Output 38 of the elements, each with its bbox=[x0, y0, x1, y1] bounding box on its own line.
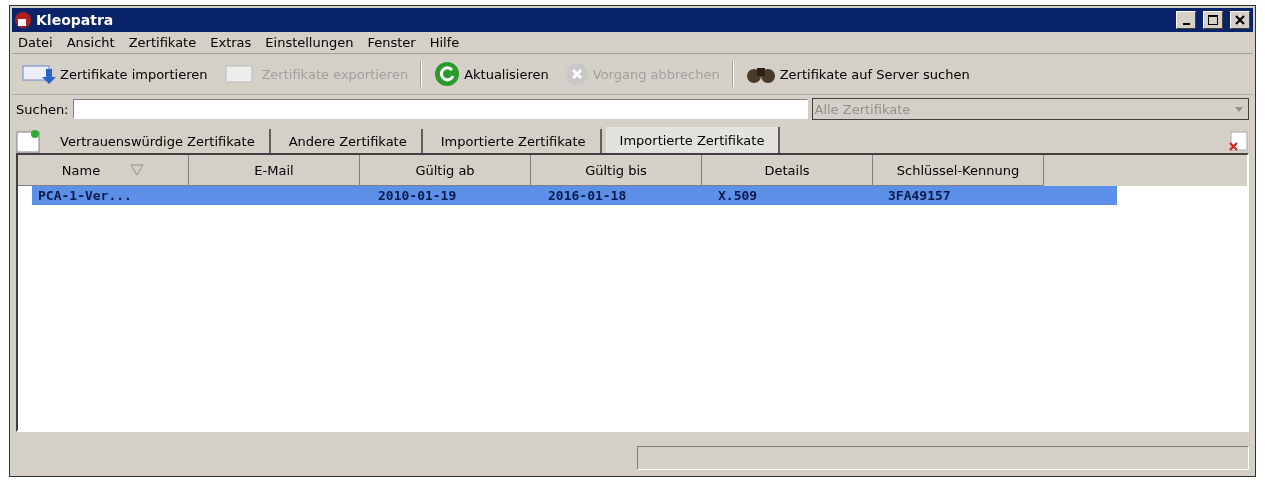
search-label: Suchen: bbox=[16, 101, 69, 117]
maximize-button[interactable] bbox=[1203, 11, 1223, 29]
maximize-icon bbox=[1208, 15, 1218, 25]
close-button[interactable] bbox=[1230, 11, 1250, 29]
search-field[interactable] bbox=[72, 99, 808, 119]
minimize-button[interactable] bbox=[1176, 11, 1196, 29]
column-label: Gültig bis bbox=[585, 162, 647, 178]
toolbar-button[interactable]: Aktualisieren bbox=[430, 59, 553, 89]
table-row[interactable]: PCA-1-Ver... 2010-01-19 2016-01-18 X.509 3FA49157 bbox=[32, 186, 1117, 205]
close-icon bbox=[1235, 15, 1245, 25]
certificate-import-icon bbox=[22, 63, 56, 85]
menu-item[interactable]: Hilfe bbox=[429, 35, 460, 50]
column-label: Name bbox=[61, 162, 101, 178]
table-cell: PCA-1-Ver... bbox=[38, 188, 132, 203]
column-label: Schlüssel-Kennung bbox=[896, 162, 1020, 178]
column-label: Gültig ab bbox=[415, 162, 475, 178]
window-title: Kleopatra bbox=[36, 12, 115, 28]
menu-item[interactable]: Extras bbox=[210, 35, 252, 50]
menu-item[interactable]: Ansicht bbox=[66, 35, 115, 50]
menu-item[interactable]: Datei bbox=[18, 35, 53, 50]
table-cell: 3FA49157 bbox=[888, 188, 951, 203]
menu-item[interactable]: Zertifikate bbox=[128, 35, 197, 50]
app-icon bbox=[15, 12, 31, 28]
new-tab-icon[interactable] bbox=[16, 129, 42, 153]
table-cell: 2010-01-19 bbox=[378, 188, 457, 203]
close-tab-icon[interactable] bbox=[1227, 131, 1249, 153]
toolbar-button[interactable]: Zertifikate auf Server suchen bbox=[741, 62, 974, 86]
column-label: Details bbox=[764, 162, 810, 178]
column-label: E-Mail bbox=[254, 162, 294, 178]
refresh-icon bbox=[434, 61, 461, 87]
menu-item[interactable]: Fenster bbox=[367, 35, 416, 50]
minimize-icon bbox=[1182, 23, 1190, 25]
tab[interactable]: Importierte Zertifikate bbox=[605, 127, 781, 153]
menu-item[interactable]: Einstellungen bbox=[265, 35, 354, 50]
table-cell: X.509 bbox=[718, 188, 758, 203]
toolbar-button[interactable]: Zertifikate importieren bbox=[18, 61, 212, 87]
cancel-icon bbox=[564, 62, 589, 86]
table-cell: 2016-01-18 bbox=[548, 188, 627, 203]
